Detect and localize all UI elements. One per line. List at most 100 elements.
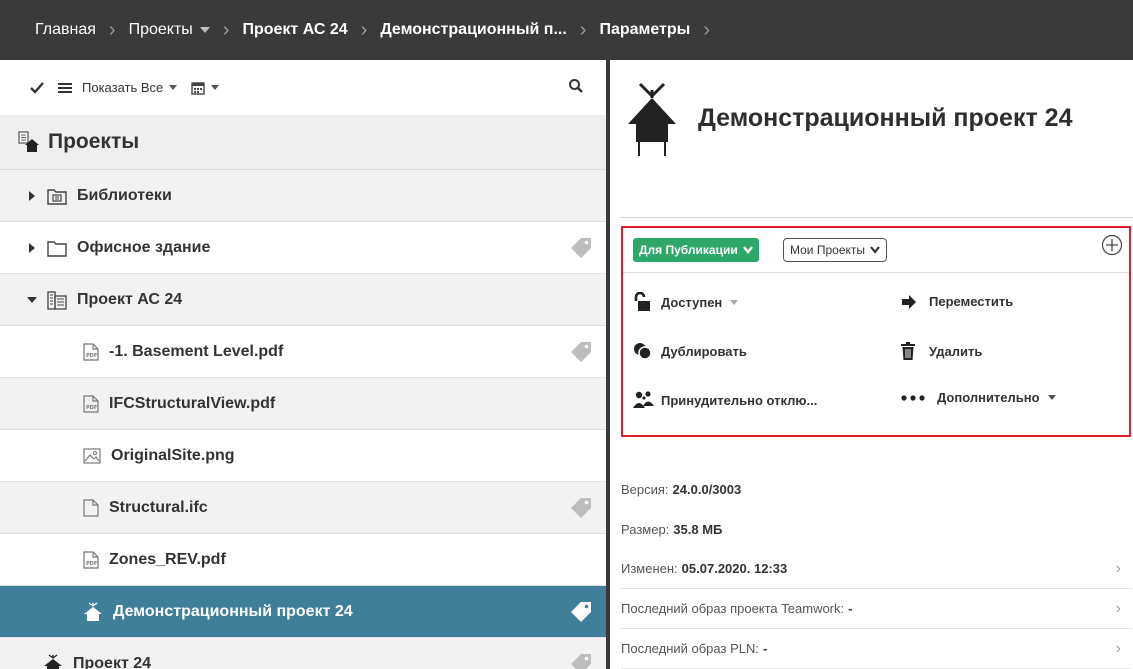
size-value: 35.8 МБ: [673, 521, 723, 537]
users-icon: [633, 390, 661, 410]
project-detail-panel: Демонстрационный проект 24 Для Публикаци…: [610, 60, 1133, 669]
breadcrumb-separator-icon: ›: [360, 19, 368, 41]
duplicate-button[interactable]: Дублировать: [633, 342, 747, 360]
calendar-icon: [191, 81, 205, 95]
breadcrumb-settings[interactable]: Параметры: [599, 21, 690, 39]
caret-right-icon[interactable]: [27, 242, 37, 253]
breadcrumb-demo-project[interactable]: Демонстрационный п...: [380, 21, 566, 39]
force-disconnect-label: Принудительно отклю...: [661, 392, 818, 408]
chevron-down-icon: [211, 85, 220, 90]
list-icon: [58, 82, 72, 93]
house-project-icon: [43, 654, 63, 669]
tree-item-label: Проект АС 24: [77, 290, 183, 308]
my-projects-dropdown[interactable]: Мои Проекты: [783, 238, 887, 262]
breadcrumb-projects-label: Проекты: [128, 21, 193, 38]
tree-item-libraries[interactable]: Библиотеки: [0, 170, 606, 222]
projects-root[interactable]: Проекты: [0, 115, 606, 170]
tree-item-label: Structural.ifc: [109, 498, 208, 516]
chevron-right-icon: ›: [1115, 639, 1121, 657]
duplicate-icon: [633, 342, 661, 360]
actions-panel: Для Публикации Мои Проекты Доступен Пере…: [621, 226, 1131, 437]
divider: [623, 272, 1129, 273]
tree-item-label: IFCStructuralView.pdf: [109, 394, 276, 412]
search-icon: [569, 79, 583, 93]
more-label: Дополнительно: [937, 390, 1040, 405]
divider: [620, 217, 1133, 218]
project-large-icon: [626, 82, 678, 163]
tree-toolbar: Показать Все: [0, 60, 606, 115]
version-value: 24.0.0/3003: [672, 481, 742, 497]
select-button[interactable]: [30, 81, 44, 94]
publication-filter-label: Для Публикации: [639, 243, 738, 257]
chevron-down-icon: [730, 299, 739, 305]
trash-icon: [901, 342, 929, 360]
pln-label: Последний образ PLN:: [621, 641, 759, 656]
duplicate-label: Дублировать: [661, 343, 747, 359]
caret-down-icon[interactable]: [27, 296, 37, 304]
pdf-file-icon: PDF: [83, 550, 99, 569]
delete-button[interactable]: Удалить: [901, 342, 982, 360]
delete-label: Удалить: [929, 343, 983, 359]
add-button[interactable]: [1101, 234, 1123, 261]
size-label: Размер:: [621, 521, 670, 537]
building-icon: [47, 290, 67, 310]
tree-item-label: Офисное здание: [77, 238, 211, 256]
tag-icon[interactable]: [570, 237, 592, 264]
caret-right-icon[interactable]: [27, 190, 37, 201]
show-all-label: Показать Все: [82, 80, 164, 95]
breadcrumb-separator-icon: ›: [579, 19, 587, 41]
tree-item-structural-ifc[interactable]: Structural.ifc: [0, 482, 606, 534]
tree-item-project-24[interactable]: Проект 24: [0, 638, 606, 669]
move-label: Переместить: [929, 294, 1014, 309]
date-filter-dropdown[interactable]: [191, 81, 220, 95]
chevron-right-icon: ›: [1115, 559, 1121, 577]
chevron-down-icon: [199, 26, 210, 33]
size-info: Размер: 35.8 МБ: [621, 509, 1131, 549]
projects-title: Проекты: [48, 130, 140, 153]
publication-filter-dropdown[interactable]: Для Публикации: [633, 238, 759, 262]
breadcrumb-project-ac24[interactable]: Проект АС 24: [242, 21, 347, 39]
tree-item-label: -1. Basement Level.pdf: [109, 342, 284, 360]
modified-info[interactable]: Изменен: 05.07.2020. 12:33 ›: [621, 549, 1131, 589]
project-tree-panel: Показать Все Проекты Библиотеки Офисное …: [0, 60, 606, 669]
tag-icon[interactable]: [570, 653, 592, 669]
tree-item-label: Проект 24: [73, 654, 152, 669]
move-button[interactable]: Переместить: [901, 294, 1013, 309]
projects-root-icon: [18, 131, 39, 152]
plus-circle-icon: [1101, 234, 1123, 256]
availability-dropdown[interactable]: Доступен: [633, 292, 739, 312]
tree-item-label: OriginalSite.png: [111, 446, 235, 464]
breadcrumb-separator-icon: ›: [108, 19, 116, 41]
chevron-right-icon: ›: [1115, 599, 1121, 617]
tree-item-original-site-png[interactable]: OriginalSite.png: [0, 430, 606, 482]
page-title: Демонстрационный проект 24: [698, 104, 1073, 132]
svg-text:PDF: PDF: [86, 405, 97, 411]
tag-icon[interactable]: [570, 601, 592, 628]
breadcrumb-separator-icon: ›: [222, 19, 230, 41]
breadcrumb-home[interactable]: Главная: [35, 21, 96, 39]
library-folder-icon: [47, 187, 67, 205]
modified-value: 05.07.2020. 12:33: [681, 561, 788, 576]
search-button[interactable]: [568, 78, 584, 99]
pln-value: -: [762, 641, 768, 656]
tree-item-project-ac24[interactable]: Проект АС 24: [0, 274, 606, 326]
show-all-dropdown[interactable]: Показать Все: [58, 80, 178, 95]
force-disconnect-button[interactable]: Принудительно отклю...: [633, 390, 817, 410]
teamwork-value: -: [848, 601, 853, 616]
house-project-icon: [83, 602, 103, 622]
breadcrumb-projects[interactable]: Проекты: [129, 21, 210, 39]
availability-label: Доступен: [661, 294, 723, 310]
more-dropdown[interactable]: Дополнительно: [901, 390, 1056, 405]
teamwork-snapshot-info[interactable]: Последний образ проекта Teamwork: - ›: [621, 589, 1131, 629]
tag-icon[interactable]: [570, 341, 592, 368]
tree-item-office-building[interactable]: Офисное здание: [0, 222, 606, 274]
pln-snapshot-info[interactable]: Последний образ PLN: - ›: [621, 629, 1131, 669]
tree-item-demo-project[interactable]: Демонстрационный проект 24: [0, 586, 606, 638]
tree-item-ifc-structural-pdf[interactable]: PDF IFCStructuralView.pdf: [0, 378, 606, 430]
tree-item-zones-rev-pdf[interactable]: PDF Zones_REV.pdf: [0, 534, 606, 586]
tag-icon[interactable]: [570, 497, 592, 524]
tree-item-basement-pdf[interactable]: PDF -1. Basement Level.pdf: [0, 326, 606, 378]
more-dots-icon: [901, 394, 937, 401]
folder-icon: [47, 239, 67, 257]
image-file-icon: [83, 447, 101, 464]
